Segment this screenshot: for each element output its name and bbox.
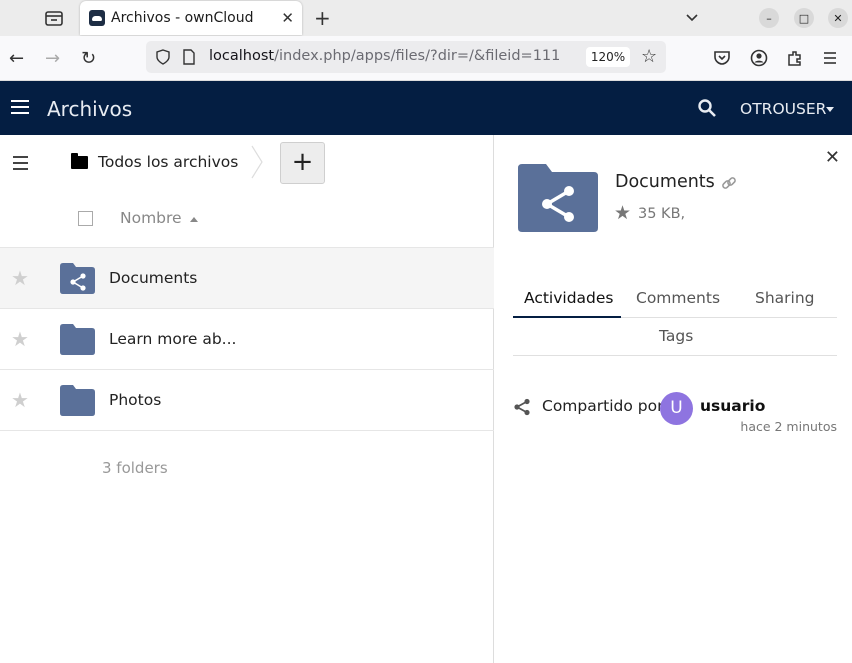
close-window-icon[interactable]: ✕ [828,8,848,28]
search-icon[interactable] [697,98,717,118]
tab-activities[interactable]: Actividades [524,289,614,307]
select-all-checkbox[interactable] [78,211,93,226]
breadcrumb-all-files[interactable]: Todos los archivos [98,153,238,171]
minimize-icon[interactable]: – [759,8,779,28]
hamburger-menu-icon[interactable] [11,100,29,114]
folder-icon [60,324,95,355]
activity-text: Compartido por [542,397,664,415]
shared-folder-icon [60,263,95,294]
details-file-name: Documents [615,172,715,192]
file-name[interactable]: Photos [109,391,161,409]
details-tabs-row-2: Tags [513,318,837,356]
details-favorite-star-icon[interactable]: ★ [614,202,631,224]
share-icon [514,398,530,416]
activity-user[interactable]: usuario [700,397,765,415]
favorite-star-icon[interactable]: ★ [11,388,29,412]
tab-manager-icon[interactable] [42,8,66,28]
tab-tags[interactable]: Tags [659,327,693,345]
page-icon [183,49,195,65]
folder-icon [71,152,88,169]
owncloud-favicon-icon [89,10,105,26]
file-count-summary: 3 folders [102,459,168,477]
bookmark-star-icon[interactable]: ☆ [641,46,657,67]
details-tabs-row: Actividades Comments Sharing [513,285,837,318]
shield-icon[interactable] [155,49,171,65]
forward-icon[interactable]: → [45,48,60,69]
tab-sharing[interactable]: Sharing [755,289,815,307]
tab-title: Archivos - ownCloud [111,10,254,26]
activity-timestamp: hace 2 minutos [740,419,837,434]
favorite-star-icon[interactable]: ★ [11,327,29,351]
favorite-star-icon[interactable]: ★ [11,266,29,290]
new-tab-icon[interactable]: + [314,6,331,30]
browser-tab[interactable]: Archivos - ownCloud ✕ [80,1,302,35]
table-row[interactable]: ★ Photos [0,370,494,431]
shared-folder-large-icon [518,164,598,232]
app-title[interactable]: Archivos [47,97,132,121]
pocket-icon[interactable] [713,49,731,67]
reload-icon[interactable]: ↻ [81,48,96,69]
address-bar[interactable]: localhost/index.php/apps/files/?dir=/&fi… [146,41,666,73]
breadcrumb[interactable]: Todos los archivos [71,152,238,171]
user-menu[interactable]: OTROUSER [740,100,826,118]
details-file-size: 35 KB, [638,206,686,222]
url-text[interactable]: localhost/index.php/apps/files/?dir=/&fi… [209,48,560,64]
files-pane: Todos los archivos + Nombre ★ Documents … [0,135,494,663]
tab-comments[interactable]: Comments [636,289,720,307]
folder-icon [60,385,95,416]
zoom-level[interactable]: 120% [586,47,630,67]
sort-ascending-icon[interactable] [190,217,198,222]
details-sidebar: ✕ Documents ★ 35 KB, Actividades Comment… [495,135,852,663]
close-details-icon[interactable]: ✕ [825,147,840,168]
maximize-icon[interactable]: □ [794,8,814,28]
breadcrumb-separator-icon [251,145,263,179]
account-icon[interactable] [750,49,768,67]
avatar[interactable]: U [660,392,693,425]
column-name-header[interactable]: Nombre [120,209,182,227]
activity-item: Compartido por U usuario hace 2 minutos [513,392,837,437]
browser-tab-strip: Archivos - ownCloud ✕ + – □ ✕ [0,0,852,36]
file-name[interactable]: Learn more ab... [109,330,236,348]
app-header: Archivos OTROUSER [0,81,852,135]
table-row[interactable]: ★ Documents [0,248,494,309]
back-icon[interactable]: ← [9,48,24,69]
file-name[interactable]: Documents [109,269,197,287]
link-icon[interactable] [721,175,737,191]
table-row[interactable]: ★ Learn more ab... [0,309,494,370]
url-host: localhost [209,48,275,64]
browser-navbar: ← → ↻ localhost/index.php/apps/files/?di… [0,36,852,81]
user-menu-caret-icon[interactable] [826,107,834,112]
details-tabs: Actividades Comments Sharing Tags [513,285,837,356]
tab-close-icon[interactable]: ✕ [281,9,294,27]
tab-list-chevron-icon[interactable] [684,10,700,26]
file-list-header: Nombre [0,191,494,248]
app-menu-icon[interactable] [822,50,838,66]
sidebar-toggle-icon[interactable] [13,156,28,170]
url-path: /index.php/apps/files/?dir=/&fileid=111 [274,48,561,64]
new-file-button[interactable]: + [280,142,325,184]
extensions-icon[interactable] [786,49,804,67]
